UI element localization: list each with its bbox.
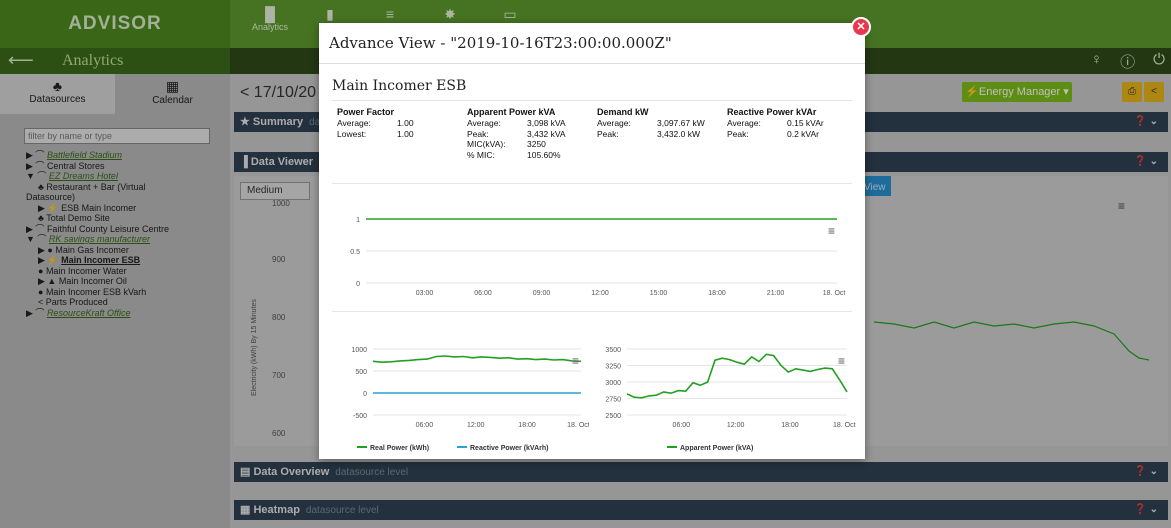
stat-power-factor: Power Factor Average: 1.00 Lowest: 1.00: [337, 107, 414, 139]
stat-reactive-power: Reactive Power kVAr Average: 0.15 kVAr Pe…: [727, 107, 824, 139]
stat-value: 1.00: [397, 128, 414, 139]
meter-title: Main Incomer ESB: [332, 78, 467, 94]
stat-value: 105.60%: [527, 149, 561, 160]
stat-key: Peak:: [597, 128, 619, 139]
x-tick-label: 18. Oct: [823, 290, 846, 297]
chart-menu-icon: ≡: [838, 354, 845, 368]
legend-label: Real Power (kWh): [370, 445, 429, 452]
y-tick-label: 3250: [605, 364, 621, 371]
x-tick-label: 15:00: [650, 290, 668, 297]
stat-row: Average: 1.00: [337, 118, 414, 129]
y-tick-label: 0.5: [350, 249, 360, 256]
legend-label: Apparent Power (kVA): [680, 445, 753, 452]
x-tick-label: 12:00: [591, 290, 609, 297]
power-factor-chart: 1 0.5 0 03:00 06:00 09:00 12:00 15:00 18:00 21:00…: [350, 217, 846, 297]
x-tick-label: 18:00: [708, 290, 726, 297]
series-line: [372, 355, 582, 364]
stat-row: Peak: 3,432.0 kW: [597, 129, 705, 140]
stat-row: MIC(kVA): 3250: [467, 139, 566, 150]
series-line: [626, 353, 848, 399]
stat-row: Peak: 0.2 kVAr: [727, 129, 824, 140]
advance-view-modal: Advance View - "2019-10-16T23:00:00.000Z…: [319, 23, 865, 459]
x-tick-label: 18:00: [518, 422, 536, 429]
modal-title: Advance View - "2019-10-16T23:00:00.000Z…: [329, 34, 672, 52]
stat-value: 0.2 kVAr: [787, 128, 819, 139]
x-tick-label: 21:00: [767, 290, 785, 297]
x-tick-label: 12:00: [467, 422, 485, 429]
y-tick-label: 500: [355, 369, 367, 376]
x-tick-label: 18. Oct: [567, 422, 589, 429]
y-tick-label: -500: [353, 413, 367, 420]
y-tick-label: 1000: [351, 347, 367, 354]
y-tick-label: 0: [363, 391, 367, 398]
stat-row: Average: 0.15 kVAr: [727, 118, 824, 129]
stat-value: 3,432 kVA: [527, 128, 566, 139]
stat-row: Average: 3,098 kVA: [467, 118, 566, 129]
stat-key: Average:: [727, 118, 761, 128]
y-tick-label: 2500: [605, 413, 621, 420]
y-tick-label: 3500: [605, 347, 621, 354]
stat-row: Average: 3,097.67 kW: [597, 118, 705, 129]
stat-heading: Power Factor: [337, 107, 395, 117]
stat-value: 3,432.0 kW: [657, 128, 700, 139]
stat-key: Peak:: [467, 128, 489, 139]
x-tick-label: 18. Oct: [833, 422, 856, 429]
stat-apparent-power: Apparent Power kVA Average: 3,098 kVA Pea…: [467, 107, 566, 160]
stat-value: 1.00: [397, 118, 414, 128]
y-tick-label: 0: [356, 281, 360, 288]
stat-key: Lowest:: [337, 128, 367, 139]
stat-key: MIC(kVA):: [467, 139, 506, 149]
x-tick-label: 06:00: [416, 422, 434, 429]
y-tick-label: 1: [356, 217, 360, 224]
y-tick-label: 2750: [605, 397, 621, 404]
stat-value: 3,098 kVA: [527, 118, 566, 128]
stat-key: Average:: [467, 118, 501, 128]
real-power-chart: 1000 500 0 -500 06:00 12:00 18:00 18. Oct Real P…: [351, 347, 589, 452]
stat-heading: Demand kW: [597, 107, 649, 117]
x-tick-label: 03:00: [416, 290, 434, 297]
stat-heading: Apparent Power kVA: [467, 107, 556, 117]
stat-value: 3,097.67 kW: [657, 118, 705, 128]
stat-row: % MIC: 105.60%: [467, 150, 566, 161]
stats-divider: [332, 100, 852, 101]
x-tick-label: 09:00: [533, 290, 551, 297]
stat-value: 3250: [527, 139, 546, 149]
close-modal-button[interactable]: ✕: [851, 17, 871, 37]
chart-divider: [332, 311, 852, 312]
x-tick-label: 18:00: [781, 422, 799, 429]
stat-key: Average:: [337, 118, 371, 128]
x-tick-label: 06:00: [474, 290, 492, 297]
stat-heading: Reactive Power kVAr: [727, 107, 817, 117]
x-tick-label: 12:00: [727, 422, 745, 429]
stat-key: Peak:: [727, 128, 749, 139]
x-tick-label: 06:00: [673, 422, 691, 429]
stat-row: Lowest: 1.00: [337, 129, 414, 140]
stat-demand: Demand kW Average: 3,097.67 kW Peak: 3,432…: [597, 107, 705, 139]
modal-divider: [319, 63, 865, 64]
stat-value: 0.15 kVAr: [787, 118, 824, 128]
legend-label: Reactive Power (kVArh): [470, 445, 548, 452]
stat-key: % MIC:: [467, 149, 495, 160]
y-tick-label: 3000: [605, 380, 621, 387]
chart-menu-icon: ≡: [572, 354, 579, 368]
apparent-power-chart: 3500 3250 3000 2750 2500 06:00 12:00 18:00 18. O…: [605, 347, 856, 452]
chart-menu-icon: ≡: [828, 224, 835, 238]
stat-key: Average:: [597, 118, 631, 128]
stat-row: Peak: 3,432 kVA: [467, 129, 566, 140]
